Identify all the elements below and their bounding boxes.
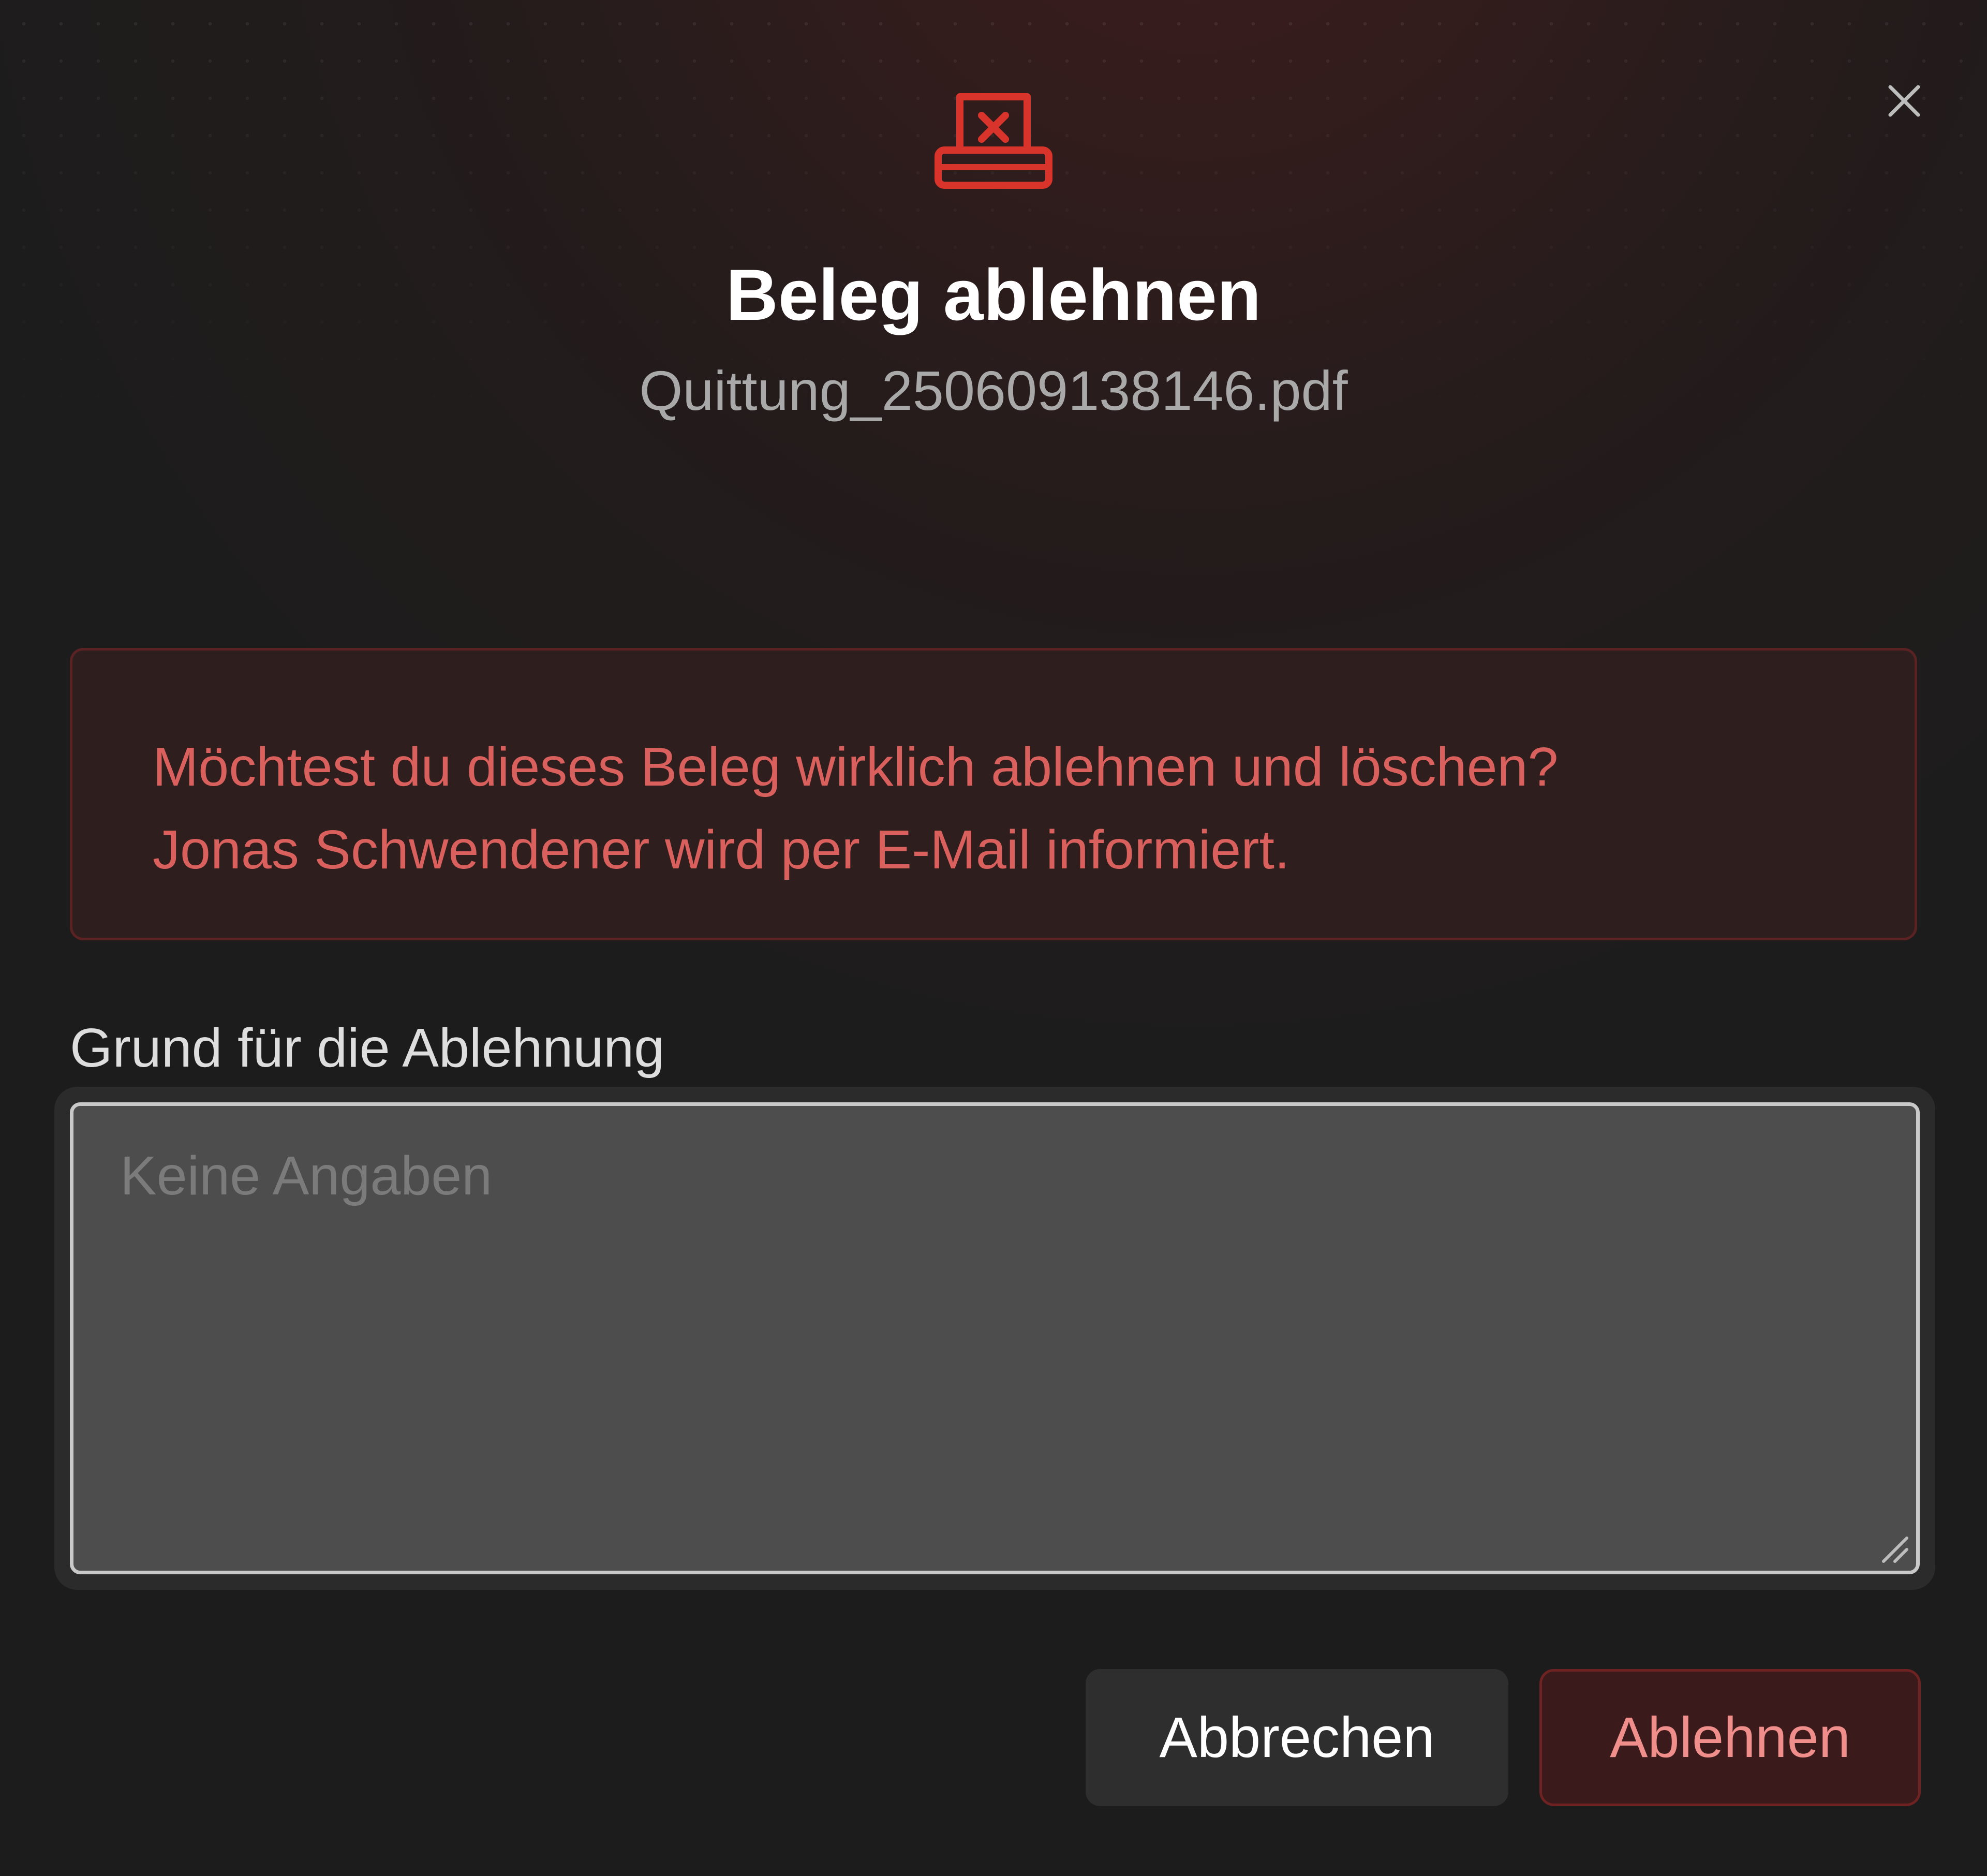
- receipt-reject-icon: [935, 93, 1052, 189]
- reason-field-focus-ring: [54, 1087, 1935, 1590]
- warning-box: Möchtest du dieses Beleg wirklich ablehn…: [70, 648, 1917, 940]
- reject-receipt-dialog: Beleg ablehnen Quittung_250609138146.pdf…: [0, 0, 1987, 1876]
- reject-button[interactable]: Ablehnen: [1539, 1669, 1921, 1806]
- close-button[interactable]: [1871, 67, 1938, 135]
- file-name: Quittung_250609138146.pdf: [639, 359, 1348, 422]
- reason-textarea[interactable]: [70, 1102, 1920, 1574]
- warning-text-line-2: Jonas Schwendener wird per E-Mail inform…: [153, 819, 1290, 880]
- cancel-button[interactable]: Abbrechen: [1086, 1669, 1508, 1806]
- dialog-title: Beleg ablehnen: [725, 254, 1262, 335]
- reason-label: Grund für die Ablehnung: [70, 1017, 665, 1079]
- close-icon: [1888, 85, 1920, 117]
- warning-text-line-1: Möchtest du dieses Beleg wirklich ablehn…: [153, 736, 1559, 797]
